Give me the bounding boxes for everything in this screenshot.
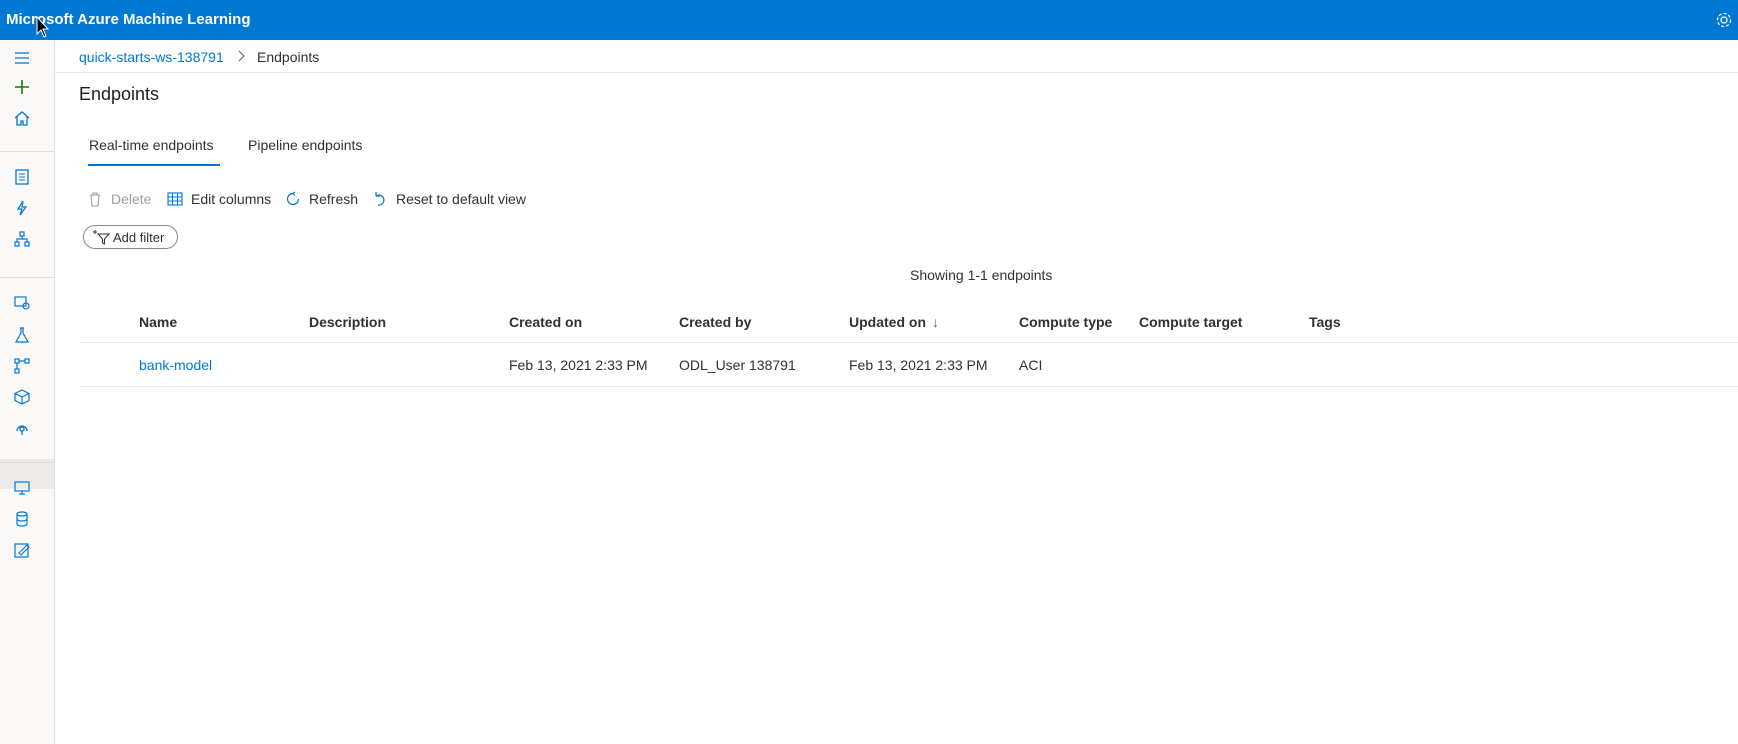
sidebar-divider [0,277,54,278]
sidebar-divider [0,151,54,152]
table-row[interactable]: bank-model Feb 13, 2021 2:33 PM ODL_User… [79,344,1738,387]
sidebar-divider [0,462,54,463]
page-title: Endpoints [79,84,160,104]
trash-icon [90,192,100,207]
pipelines-icon[interactable] [10,354,34,378]
tab-real-time-endpoints[interactable]: Real-time endpoints [89,137,214,153]
models-icon[interactable] [10,385,34,409]
add-filter-button[interactable]: Add filter [83,225,178,249]
left-nav-sidebar [0,40,55,744]
cell-updated-on: Feb 13, 2021 2:33 PM [849,357,988,373]
column-header-description[interactable]: Description [309,314,386,330]
add-filter-label: Add filter [113,229,165,245]
tab-selected-indicator [88,164,220,166]
column-header-created-on[interactable]: Created on [509,314,582,330]
data-labeling-icon[interactable] [10,538,34,562]
delete-button[interactable]: Delete [87,188,151,210]
table-columns-icon [167,192,183,206]
delete-label: Delete [111,191,152,207]
column-header-name[interactable]: Name [139,314,177,330]
sort-descending-icon: ↓ [932,314,939,330]
column-header-updated-on-label: Updated on [849,314,926,330]
results-count: Showing 1-1 endpoints [910,267,1053,283]
refresh-button[interactable]: Refresh [285,188,358,210]
undo-icon [375,192,385,206]
refresh-label: Refresh [309,191,359,207]
top-bar: Microsoft Azure Machine Learning [0,0,1738,40]
breadcrumb: quick-starts-ws-138791 Endpoints [55,40,1738,73]
home-icon[interactable] [10,106,34,130]
endpoint-name-link[interactable]: bank-model [139,357,212,373]
tab-pipeline-endpoints[interactable]: Pipeline endpoints [248,137,362,153]
column-header-updated-on[interactable]: Updated on ↓ [849,314,939,330]
chevron-right-icon [238,50,245,62]
refresh-icon [286,191,300,206]
column-header-compute-target[interactable]: Compute target [1139,314,1242,330]
cell-compute-type: ACI [1019,357,1043,373]
breadcrumb-workspace-link[interactable]: quick-starts-ws-138791 [79,49,224,65]
reset-label: Reset to default view [396,191,526,207]
datastores-icon[interactable] [10,507,34,531]
cell-created-by: ODL_User 138791 [679,357,796,373]
mouse-cursor-icon [36,16,50,38]
cell-created-on: Feb 13, 2021 2:33 PM [509,357,648,373]
breadcrumb-current: Endpoints [257,49,320,65]
hamburger-icon[interactable] [10,46,34,70]
designer-icon[interactable] [10,227,34,251]
endpoints-icon[interactable] [10,416,34,440]
column-header-compute-type[interactable]: Compute type [1019,314,1112,330]
reset-default-view-button[interactable]: Reset to default view [372,188,526,210]
add-filter-icon [93,230,110,245]
table-header: Name Description Created on Created by U… [79,305,1738,343]
plus-icon[interactable] [10,75,34,99]
experiments-icon[interactable] [10,323,34,347]
gear-icon[interactable] [1714,10,1734,30]
notebook-icon[interactable] [10,165,34,189]
edit-columns-label: Edit columns [191,191,272,207]
compute-icon[interactable] [10,476,34,500]
edit-columns-button[interactable]: Edit columns [167,188,271,210]
automl-icon[interactable] [10,196,34,220]
column-header-tags[interactable]: Tags [1309,314,1341,330]
datasets-icon[interactable] [10,291,34,315]
column-header-created-by[interactable]: Created by [679,314,751,330]
